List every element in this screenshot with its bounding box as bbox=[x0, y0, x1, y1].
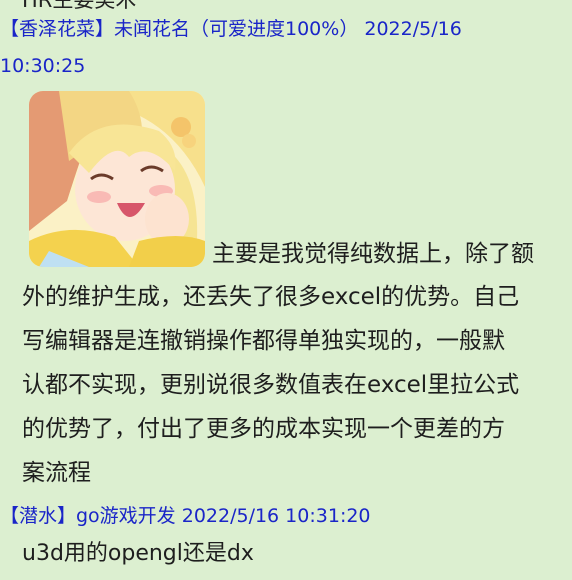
message-header-sender: 【香泽花菜】未闻花名（可爱进度100%） 2022/5/16 bbox=[0, 18, 462, 40]
sticker-image-icon bbox=[29, 91, 205, 267]
message-header-time: 10:30:25 bbox=[0, 55, 86, 77]
message-text-line: 的优势了，付出了更多的成本实现一个更差的方 bbox=[22, 416, 505, 442]
chat-log: HR主要美术 【香泽花菜】未闻花名（可爱进度100%） 2022/5/16 10… bbox=[0, 0, 572, 580]
message-text-line: 主要是我觉得纯数据上，除了额 bbox=[212, 241, 534, 267]
message-text-line: 案流程 bbox=[22, 460, 91, 486]
message-text-line: 外的维护生成，还丢失了很多excel的优势。自己 bbox=[22, 284, 520, 310]
anime-girl-sticker[interactable] bbox=[29, 91, 205, 267]
previous-message-tail: HR主要美术 bbox=[22, 0, 137, 12]
message-text-line: 写编辑器是连撤销操作都得单独实现的，一般默 bbox=[22, 328, 505, 354]
message-header-sender: 【潜水】go游戏开发 2022/5/16 10:31:20 bbox=[0, 505, 371, 527]
message-text: u3d用的opengl还是dx bbox=[22, 541, 254, 566]
message-text-line: 认都不实现，更别说很多数值表在excel里拉公式 bbox=[22, 372, 520, 398]
